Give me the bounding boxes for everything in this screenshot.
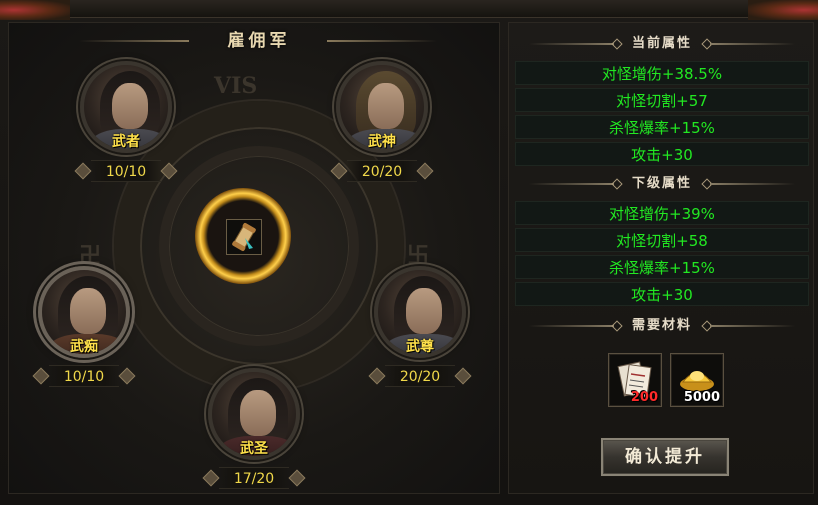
hero-slot-wuchi[interactable]: 武痴 10/10 — [29, 266, 139, 406]
hero-slot-wusheng[interactable]: 武圣 17/20 — [199, 368, 309, 493]
rune-glyph-top: VIS — [214, 73, 258, 99]
next-attr-row: 杀怪爆率+15% — [515, 255, 809, 279]
material-qty: 200 — [630, 390, 658, 405]
hero-name: 武痴 — [70, 339, 98, 355]
hero-name: 武者 — [112, 134, 140, 150]
current-attr-row: 杀怪爆率+15% — [515, 115, 809, 139]
window-corner-left — [0, 0, 70, 20]
materials-header: 需要材料 — [509, 313, 815, 339]
diamond-ornament-icon — [416, 162, 434, 180]
hero-count: 17/20 — [219, 467, 289, 489]
next-attrs-header: 下级属性 — [509, 171, 815, 197]
diamond-ornament-icon — [118, 367, 136, 385]
title-ornament-left — [79, 40, 189, 42]
next-attr-row: 对怪切割+58 — [515, 228, 809, 252]
hero-count: 20/20 — [347, 160, 417, 182]
attribute-panel: 当前属性 对怪增伤+38.5% 对怪切割+57 杀怪爆率+15% 攻击+30 下… — [508, 22, 814, 494]
current-attr-row: 对怪切割+57 — [515, 88, 809, 112]
diamond-ornament-icon — [368, 367, 386, 385]
diamond-ornament-icon — [288, 469, 306, 487]
center-item-slot[interactable] — [226, 219, 262, 255]
hero-slot-wushen[interactable]: 武神 20/20 — [327, 61, 437, 201]
material-slot-scroll-book[interactable]: 200 — [608, 353, 662, 407]
diamond-ornament-icon — [330, 162, 348, 180]
current-attr-row: 对怪增伤+38.5% — [515, 61, 809, 85]
material-slot-gold-ingot[interactable]: 5000 — [670, 353, 724, 407]
window-top-bar — [70, 0, 748, 18]
title-ornament-right — [327, 40, 437, 42]
materials-title: 需要材料 — [631, 318, 692, 333]
hero-count: 20/20 — [385, 365, 455, 387]
diamond-ornament-icon — [32, 367, 50, 385]
hero-count: 10/10 — [49, 365, 119, 387]
hero-slot-wuzhe[interactable]: 武者 10/10 — [71, 61, 181, 201]
current-attr-row: 攻击+30 — [515, 142, 809, 166]
diamond-ornament-icon — [202, 469, 220, 487]
window-corner-right — [748, 0, 818, 20]
hero-name: 武尊 — [406, 339, 434, 355]
hero-count: 10/10 — [91, 160, 161, 182]
next-attrs-title: 下级属性 — [631, 176, 692, 191]
mercenary-panel: 雇佣军 VIS 卍 卐 武者 10/10 武神 20/20 武痴 10/10 武… — [8, 22, 500, 494]
panel-title: 雇佣军 — [227, 31, 291, 51]
hero-name: 武神 — [368, 134, 396, 150]
hero-slot-wuzun[interactable]: 武尊 20/20 — [365, 266, 475, 406]
confirm-upgrade-button[interactable]: 确认提升 — [601, 438, 729, 476]
scroll-icon — [232, 222, 256, 252]
next-attr-row: 攻击+30 — [515, 282, 809, 306]
current-attrs-title: 当前属性 — [631, 36, 692, 51]
hero-name: 武圣 — [240, 441, 268, 457]
diamond-ornament-icon — [74, 162, 92, 180]
next-attr-row: 对怪增伤+39% — [515, 201, 809, 225]
diamond-ornament-icon — [160, 162, 178, 180]
diamond-ornament-icon — [454, 367, 472, 385]
current-attrs-header: 当前属性 — [509, 31, 815, 57]
material-qty: 5000 — [683, 390, 720, 405]
